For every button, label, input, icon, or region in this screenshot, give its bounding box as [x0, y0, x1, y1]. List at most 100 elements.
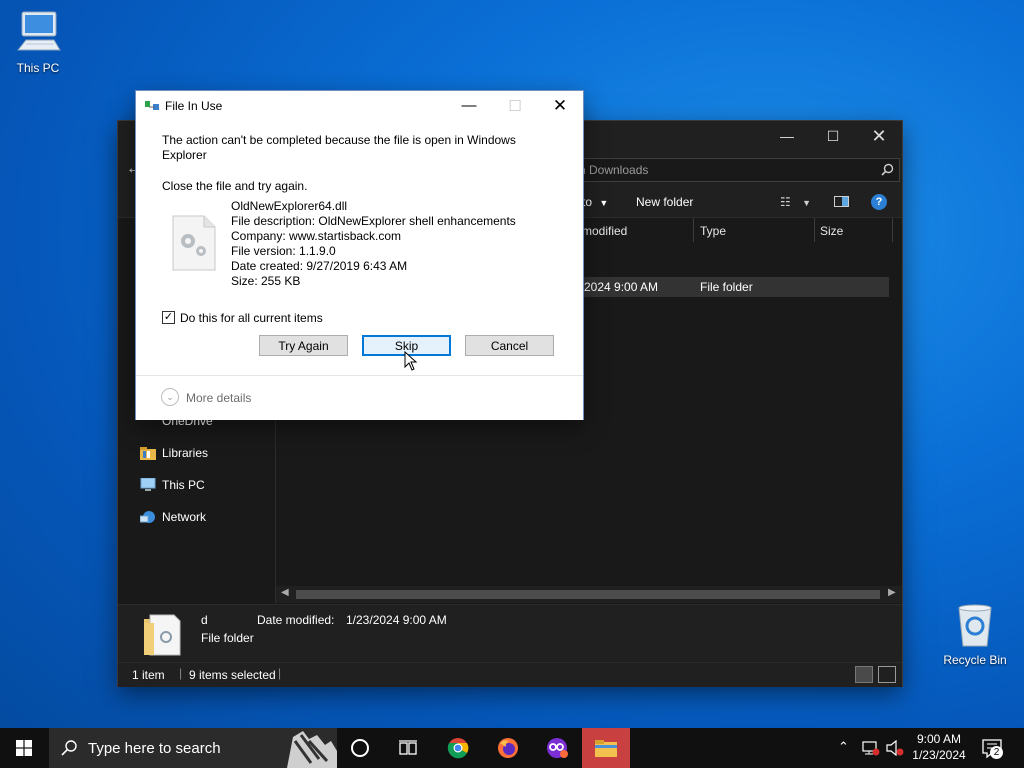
chevron-down-icon: ▼ [599, 198, 609, 208]
dialog-footer: ⌄ More details [136, 375, 583, 420]
help-icon[interactable]: ? [871, 194, 887, 210]
minimize-button[interactable]: — [764, 121, 810, 151]
clock-time: 9:00 AM [916, 732, 962, 746]
sidebar-item-network[interactable]: Network [140, 507, 206, 527]
new-folder-button[interactable]: New folder [636, 195, 693, 209]
purple-app-icon [547, 738, 568, 758]
taskbar-search-box[interactable]: Type here to search [49, 728, 337, 768]
details-view-icon[interactable] [855, 666, 873, 683]
notification-badge: 2 [990, 746, 1003, 759]
file-explorer-button[interactable] [582, 728, 630, 768]
sidebar-item-this-pc[interactable]: This PC [140, 475, 205, 495]
try-again-button[interactable]: Try Again [259, 335, 348, 356]
explorer-search-box[interactable]: rch Downloads [558, 158, 900, 182]
scroll-left-icon[interactable]: ◀ [281, 587, 289, 598]
cancel-button[interactable]: Cancel [465, 335, 554, 356]
file-description: File description: OldNewExplorer shell e… [231, 214, 516, 228]
file-transfer-icon [145, 101, 159, 110]
details-date-label: Date modified: [257, 613, 335, 627]
status-divider: | [278, 666, 282, 680]
recycle-bin-icon [958, 604, 992, 647]
start-button[interactable] [0, 728, 48, 768]
volume-muted-icon[interactable] [886, 740, 904, 756]
column-header-date-modified[interactable]: modified [582, 224, 627, 238]
taskbar-search-placeholder: Type here to search [88, 740, 221, 757]
more-details-link[interactable]: More details [186, 391, 251, 405]
firefox-button[interactable] [484, 728, 532, 768]
file-company: Company: www.startisback.com [231, 229, 402, 243]
details-file-kind: File folder [201, 631, 254, 645]
app-button[interactable] [533, 728, 581, 768]
taskbar: Type here to search ⌃ 9:00 AM 1/23/2024 … [0, 728, 1024, 768]
taskbar-clock[interactable]: 9:00 AM 1/23/2024 [904, 731, 974, 763]
computer-icon [140, 478, 156, 491]
details-date-value: 1/23/2024 9:00 AM [346, 613, 447, 627]
desktop-icon-label: Recycle Bin [943, 653, 1007, 667]
dll-file-icon [172, 215, 216, 271]
desktop-icon-label: This PC [16, 61, 60, 75]
network-status-icon[interactable] [862, 740, 880, 756]
sidebar-item-label: Libraries [162, 446, 209, 460]
file-version: File version: 1.1.9.0 [231, 244, 336, 258]
chevron-down-icon[interactable]: ⌄ [161, 388, 179, 406]
task-view-button[interactable] [384, 728, 432, 768]
dialog-instruction: Close the file and try again. [162, 179, 308, 193]
folder-icon [595, 740, 617, 757]
apply-all-label: Do this for all current items [180, 311, 323, 325]
column-header-size[interactable]: Size [820, 224, 843, 238]
mouse-cursor-icon [404, 351, 418, 371]
status-item-count: 1 item [132, 668, 165, 682]
desktop-icon-recycle-bin[interactable]: Recycle Bin [937, 602, 1013, 667]
computer-icon [16, 11, 61, 51]
search-icon [61, 740, 77, 756]
list-view-icon: ☷ [780, 195, 791, 209]
file-in-use-dialog: File In Use — ☐ ✕ The action can't be co… [136, 91, 583, 420]
maximize-button[interactable]: ☐ [810, 121, 856, 151]
status-selected-count: 9 items selected [189, 668, 276, 682]
move-to-label: to [582, 195, 593, 209]
libraries-icon [140, 447, 156, 460]
status-divider: | [179, 666, 183, 680]
horizontal-scrollbar[interactable]: ◀ ▶ [276, 586, 902, 603]
apply-all-checkbox[interactable]: ✓ [162, 311, 175, 324]
large-icons-view-icon[interactable] [878, 666, 896, 683]
sidebar-item-label: Network [162, 510, 207, 524]
close-button[interactable]: ✕ [537, 91, 583, 120]
details-file-name: d [201, 613, 208, 627]
column-divider[interactable] [693, 218, 694, 242]
action-center-button[interactable]: 2 [982, 739, 1004, 762]
network-icon [140, 511, 155, 523]
chrome-icon [447, 738, 469, 759]
folder-icon [144, 614, 181, 656]
preview-pane-icon[interactable] [834, 196, 849, 207]
dialog-title-bar: File In Use — ☐ ✕ [136, 91, 583, 120]
cortana-button[interactable] [336, 728, 384, 768]
minimize-button[interactable]: — [446, 91, 492, 120]
table-row[interactable]: 2024 9:00 AM File folder [533, 277, 889, 297]
view-options-button[interactable]: ☷ ▼ [780, 195, 811, 209]
sidebar-item-label: This PC [162, 478, 205, 492]
sidebar-item-libraries[interactable]: Libraries [140, 443, 208, 463]
file-date-created: Date created: 9/27/2019 6:43 AM [231, 259, 408, 273]
status-bar: 1 item | 9 items selected | [118, 662, 902, 687]
maximize-button: ☐ [508, 97, 522, 115]
column-divider[interactable] [892, 218, 893, 242]
column-divider[interactable] [814, 218, 815, 242]
scrollbar-thumb[interactable] [296, 590, 880, 599]
close-button[interactable]: ✕ [856, 121, 902, 151]
chrome-button[interactable] [434, 728, 482, 768]
column-header-type[interactable]: Type [700, 224, 726, 238]
row-date-modified: 2024 9:00 AM [584, 280, 659, 294]
dialog-title: File In Use [165, 99, 223, 113]
move-to-button[interactable]: to ▼ [582, 195, 608, 209]
file-size: Size: 255 KB [231, 274, 301, 288]
desktop-icon-this-pc[interactable]: This PC [0, 10, 76, 75]
scroll-right-icon[interactable]: ▶ [888, 587, 896, 598]
cortana-icon [351, 739, 369, 757]
details-pane: d File folder Date modified: 1/23/2024 9… [118, 604, 902, 663]
zebra-search-highlight-icon [287, 731, 337, 768]
file-name: OldNewExplorer64.dll [231, 199, 348, 213]
chevron-down-icon: ▼ [802, 198, 812, 208]
show-hidden-icons-button[interactable]: ⌃ [838, 739, 849, 755]
firefox-icon [498, 738, 518, 758]
